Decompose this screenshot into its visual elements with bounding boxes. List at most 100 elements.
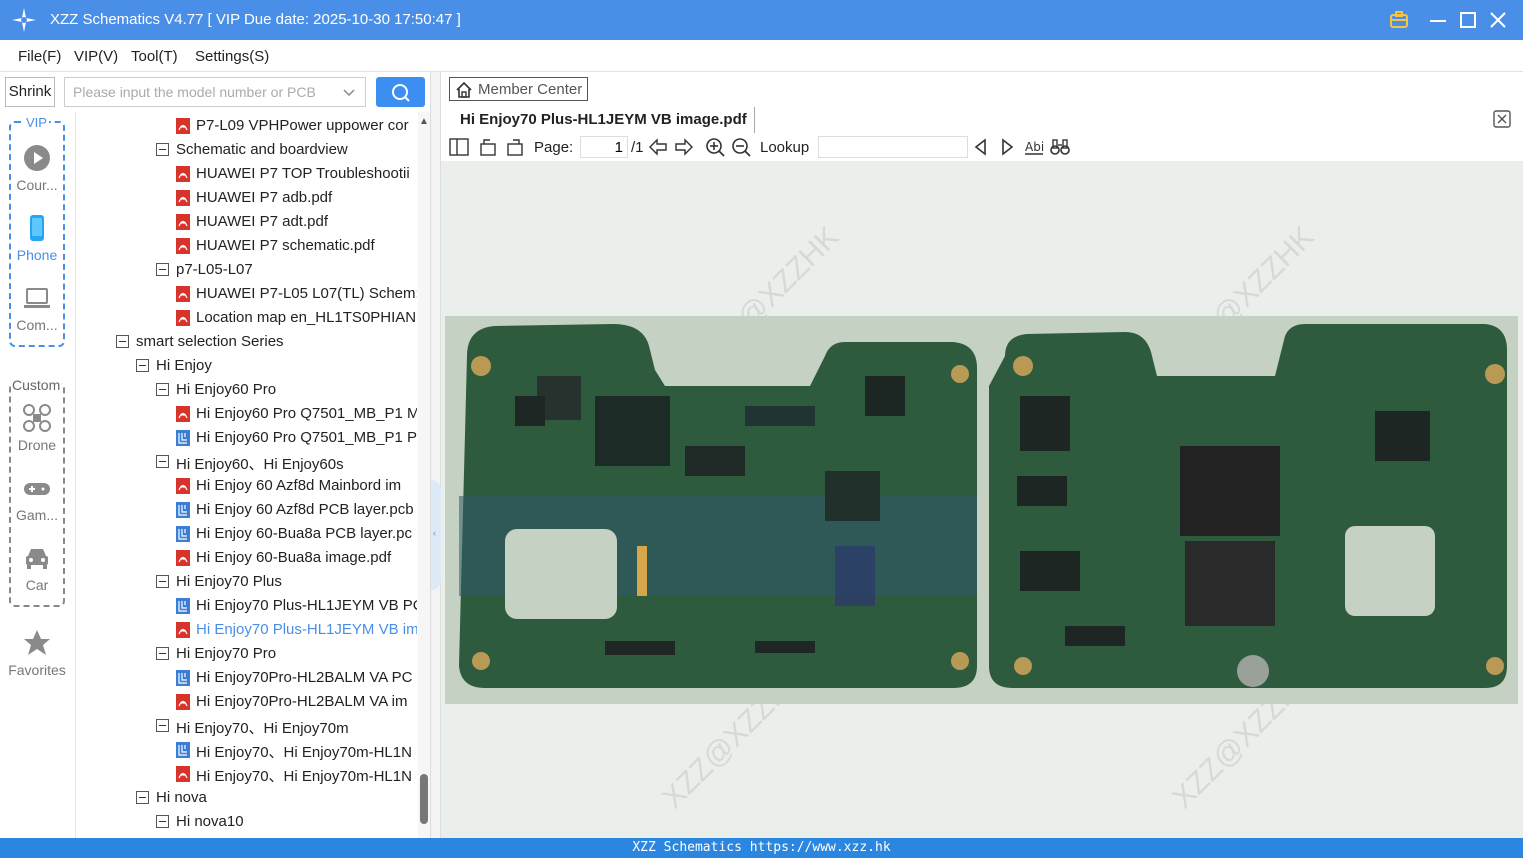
tree-file-node[interactable]: Hi Enjoy70 Plus-HL1JEYM VB im bbox=[76, 618, 417, 642]
tree-file-node[interactable]: Location map en_HL1TS0PHIAN bbox=[76, 306, 417, 330]
collapse-toggle-icon[interactable] bbox=[116, 335, 129, 348]
tree-file-node[interactable]: Hi Enjoy60 Pro Q7501_MB_P1 P bbox=[76, 426, 417, 450]
collapse-toggle-icon[interactable] bbox=[156, 647, 169, 660]
tree-node-label: Hi Enjoy 60-Bua8a image.pdf bbox=[196, 549, 392, 566]
page-number-input[interactable] bbox=[580, 136, 628, 158]
tree-file-node[interactable]: HUAWEI P7 adt.pdf bbox=[76, 210, 417, 234]
tree-node-label: Hi Enjoy60 Pro Q7501_MB_P1 M bbox=[196, 405, 417, 422]
tree-file-node[interactable]: Hi Enjoy 60-Bua8a PCB layer.pc bbox=[76, 522, 417, 546]
collapse-toggle-icon[interactable] bbox=[136, 791, 149, 804]
nav-label: Drone bbox=[17, 437, 57, 453]
search-combobox[interactable] bbox=[64, 77, 366, 107]
tree-node-label: HUAWEI P7-L05 L07(TL) Schem: bbox=[196, 285, 417, 302]
pdf-file-icon bbox=[176, 118, 190, 134]
maximize-button[interactable] bbox=[1456, 8, 1480, 32]
zoom-out-icon[interactable] bbox=[731, 137, 751, 157]
find-prev-icon[interactable] bbox=[971, 137, 991, 157]
tree-file-node[interactable]: Hi Enjoy60 Pro Q7501_MB_P1 M bbox=[76, 402, 417, 426]
nav-item-courses[interactable]: Cour... bbox=[0, 144, 74, 204]
tree-folder-node[interactable]: p7-L05-L07 bbox=[76, 258, 417, 282]
tree-node-label: Hi Enjoy70 Pro bbox=[176, 645, 277, 662]
tree-file-node[interactable]: Hi Enjoy70、Hi Enjoy70m-HL1N bbox=[76, 738, 417, 762]
nav-item-drone[interactable]: Drone bbox=[0, 404, 74, 464]
minimize-button[interactable] bbox=[1426, 8, 1450, 32]
tree-file-node[interactable]: Hi Enjoy70Pro-HL2BALM VA PC bbox=[76, 666, 417, 690]
pcb-file-icon bbox=[176, 742, 190, 758]
prev-page-icon[interactable] bbox=[648, 137, 668, 157]
gamepad-icon bbox=[24, 483, 50, 495]
tree-folder-node[interactable]: Hi Enjoy60、Hi Enjoy60s bbox=[76, 450, 417, 474]
close-document-icon[interactable] bbox=[1493, 110, 1511, 128]
find-next-icon[interactable] bbox=[997, 137, 1017, 157]
tree-folder-node[interactable]: smart selection Series bbox=[76, 330, 417, 354]
tree-file-node[interactable]: Hi Enjoy70、Hi Enjoy70m-HL1N bbox=[76, 762, 417, 786]
tree-file-node[interactable]: HUAWEI P7 adb.pdf bbox=[76, 186, 417, 210]
scroll-up-icon[interactable]: ▲ bbox=[419, 116, 429, 127]
pdf-file-icon bbox=[176, 550, 190, 566]
menu-file[interactable]: File(F) bbox=[18, 48, 61, 65]
shrink-button[interactable]: Shrink bbox=[5, 77, 55, 107]
tree-file-node[interactable]: HUAWEI P7-L05 L07(TL) Schem: bbox=[76, 282, 417, 306]
model-tree[interactable]: P7-L09 VPHPower uppower cor Schematic and… bbox=[75, 112, 417, 838]
member-center-label: Member Center bbox=[478, 81, 583, 98]
rotate-right-icon[interactable] bbox=[505, 137, 525, 157]
collapse-toggle-icon[interactable] bbox=[156, 263, 169, 276]
tree-node-label: HUAWEI P7 adb.pdf bbox=[196, 189, 333, 206]
sidebar-toggle-icon[interactable] bbox=[449, 137, 469, 157]
tree-folder-node[interactable]: Hi Enjoy70 Plus bbox=[76, 570, 417, 594]
rotate-left-icon[interactable] bbox=[478, 137, 498, 157]
member-center-button[interactable]: Member Center bbox=[449, 77, 588, 101]
phone-icon bbox=[30, 215, 44, 241]
nav-item-phone[interactable]: Phone bbox=[0, 214, 74, 274]
scrollbar-thumb[interactable] bbox=[420, 774, 428, 824]
collapse-toggle-icon[interactable] bbox=[156, 575, 169, 588]
lookup-input[interactable] bbox=[818, 136, 968, 158]
tree-folder-node[interactable]: Hi Enjoy60 Pro bbox=[76, 378, 417, 402]
menu-settings[interactable]: Settings(S) bbox=[195, 48, 269, 65]
document-canvas[interactable]: XZZ@XZZHK XZZ@XZZHK XZZ@XZZHK XZZ@XZZHK bbox=[441, 161, 1523, 838]
chevron-down-icon[interactable] bbox=[341, 84, 357, 100]
menu-vip[interactable]: VIP(V) bbox=[74, 48, 118, 65]
nav-item-computer[interactable]: Com... bbox=[0, 284, 74, 344]
tree-node-label: Hi Enjoy 60 Azf8d PCB layer.pcb bbox=[196, 501, 414, 518]
search-button[interactable] bbox=[376, 77, 425, 107]
nav-item-games[interactable]: Gam... bbox=[0, 474, 74, 534]
tree-folder-node[interactable]: Schematic and boardview bbox=[76, 138, 417, 162]
collapse-toggle-icon[interactable] bbox=[136, 359, 149, 372]
vip-bag-icon[interactable] bbox=[1387, 8, 1411, 32]
tree-file-node[interactable]: HUAWEI P7 TOP Troubleshootii bbox=[76, 162, 417, 186]
tree-file-node[interactable]: Hi Enjoy 60 Azf8d PCB layer.pcb bbox=[76, 498, 417, 522]
tree-node-label: Schematic and boardview bbox=[176, 141, 348, 158]
tree-file-node[interactable]: Hi Enjoy70 Plus-HL1JEYM VB PC bbox=[76, 594, 417, 618]
search-input[interactable] bbox=[65, 78, 335, 106]
tree-folder-node[interactable]: Hi Enjoy70 Pro bbox=[76, 642, 417, 666]
tree-folder-node[interactable]: Hi nova bbox=[76, 786, 417, 810]
document-tab[interactable]: Hi Enjoy70 Plus-HL1JEYM VB image.pdf bbox=[449, 107, 755, 133]
tree-folder-node[interactable]: Hi nova10 bbox=[76, 810, 417, 834]
collapse-toggle-icon[interactable] bbox=[156, 383, 169, 396]
pdf-file-icon bbox=[176, 694, 190, 710]
tree-scrollbar[interactable]: ▲ bbox=[418, 112, 430, 838]
collapse-toggle-icon[interactable] bbox=[156, 719, 169, 732]
tree-file-node[interactable]: P7-L09 VPHPower uppower cor bbox=[76, 114, 417, 138]
panel-splitter[interactable]: ‹ bbox=[430, 72, 441, 838]
tree-file-node[interactable]: Hi Enjoy 60-Bua8a image.pdf bbox=[76, 546, 417, 570]
tree-file-node[interactable]: Hi Enjoy70Pro-HL2BALM VA im bbox=[76, 690, 417, 714]
zoom-in-icon[interactable] bbox=[705, 137, 725, 157]
binoculars-icon[interactable] bbox=[1050, 137, 1070, 157]
tree-file-node[interactable]: HUAWEI P7 schematic.pdf bbox=[76, 234, 417, 258]
collapse-toggle-icon[interactable] bbox=[156, 143, 169, 156]
close-button[interactable] bbox=[1486, 8, 1510, 32]
match-case-icon[interactable]: Abi bbox=[1024, 137, 1044, 157]
collapse-toggle-icon[interactable] bbox=[156, 455, 169, 468]
menu-tool[interactable]: Tool(T) bbox=[131, 48, 178, 65]
next-page-icon[interactable] bbox=[674, 137, 694, 157]
collapse-toggle-icon[interactable] bbox=[156, 815, 169, 828]
nav-item-favorites[interactable]: Favorites bbox=[0, 629, 74, 689]
nav-item-car[interactable]: Car bbox=[0, 544, 74, 604]
tree-file-node[interactable]: Hi Enjoy 60 Azf8d Mainbord im bbox=[76, 474, 417, 498]
pdf-file-icon bbox=[176, 286, 190, 302]
tree-folder-node[interactable]: Hi Enjoy bbox=[76, 354, 417, 378]
collapse-handle[interactable]: ‹ bbox=[431, 480, 441, 590]
tree-folder-node[interactable]: Hi Enjoy70、Hi Enjoy70m bbox=[76, 714, 417, 738]
